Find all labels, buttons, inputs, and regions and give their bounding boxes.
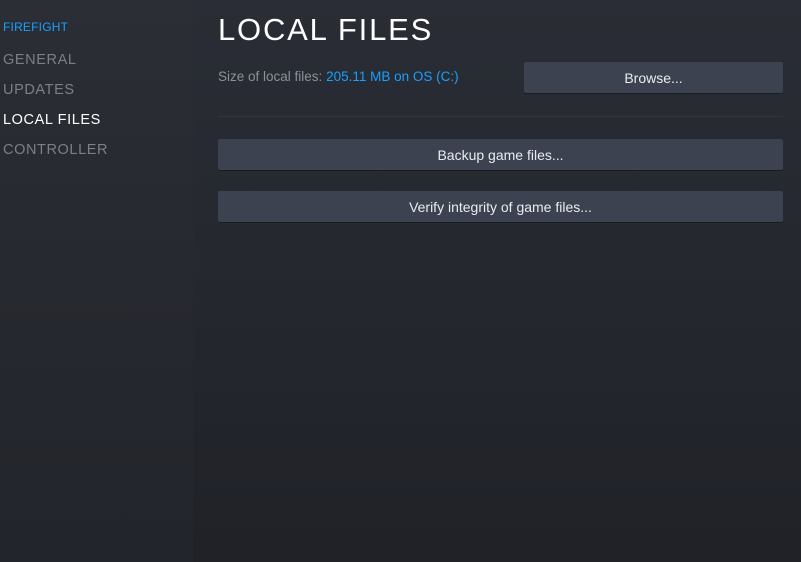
properties-window: FIREFIGHT GENERAL UPDATES LOCAL FILES CO… bbox=[0, 0, 801, 562]
game-title: FIREFIGHT bbox=[3, 20, 69, 34]
verify-integrity-button[interactable]: Verify integrity of game files... bbox=[218, 191, 783, 222]
sidebar: FIREFIGHT GENERAL UPDATES LOCAL FILES CO… bbox=[0, 0, 193, 562]
size-label: Size of local files: bbox=[218, 69, 323, 84]
local-files-size: Size of local files: 205.11 MB on OS (C:… bbox=[218, 69, 459, 84]
size-value: 205.11 MB on OS (C:) bbox=[326, 69, 459, 84]
sidebar-item-general[interactable]: GENERAL bbox=[0, 45, 193, 75]
backup-game-files-button[interactable]: Backup game files... bbox=[218, 139, 783, 170]
sidebar-item-local-files[interactable]: LOCAL FILES bbox=[0, 105, 193, 135]
sidebar-item-updates[interactable]: UPDATES bbox=[0, 75, 193, 105]
page-title: LOCAL FILES bbox=[218, 12, 434, 47]
sidebar-item-controller[interactable]: CONTROLLER bbox=[0, 135, 193, 165]
main-panel: LOCAL FILES Size of local files: 205.11 … bbox=[193, 0, 801, 562]
browse-button[interactable]: Browse... bbox=[524, 62, 783, 93]
divider bbox=[218, 116, 783, 117]
